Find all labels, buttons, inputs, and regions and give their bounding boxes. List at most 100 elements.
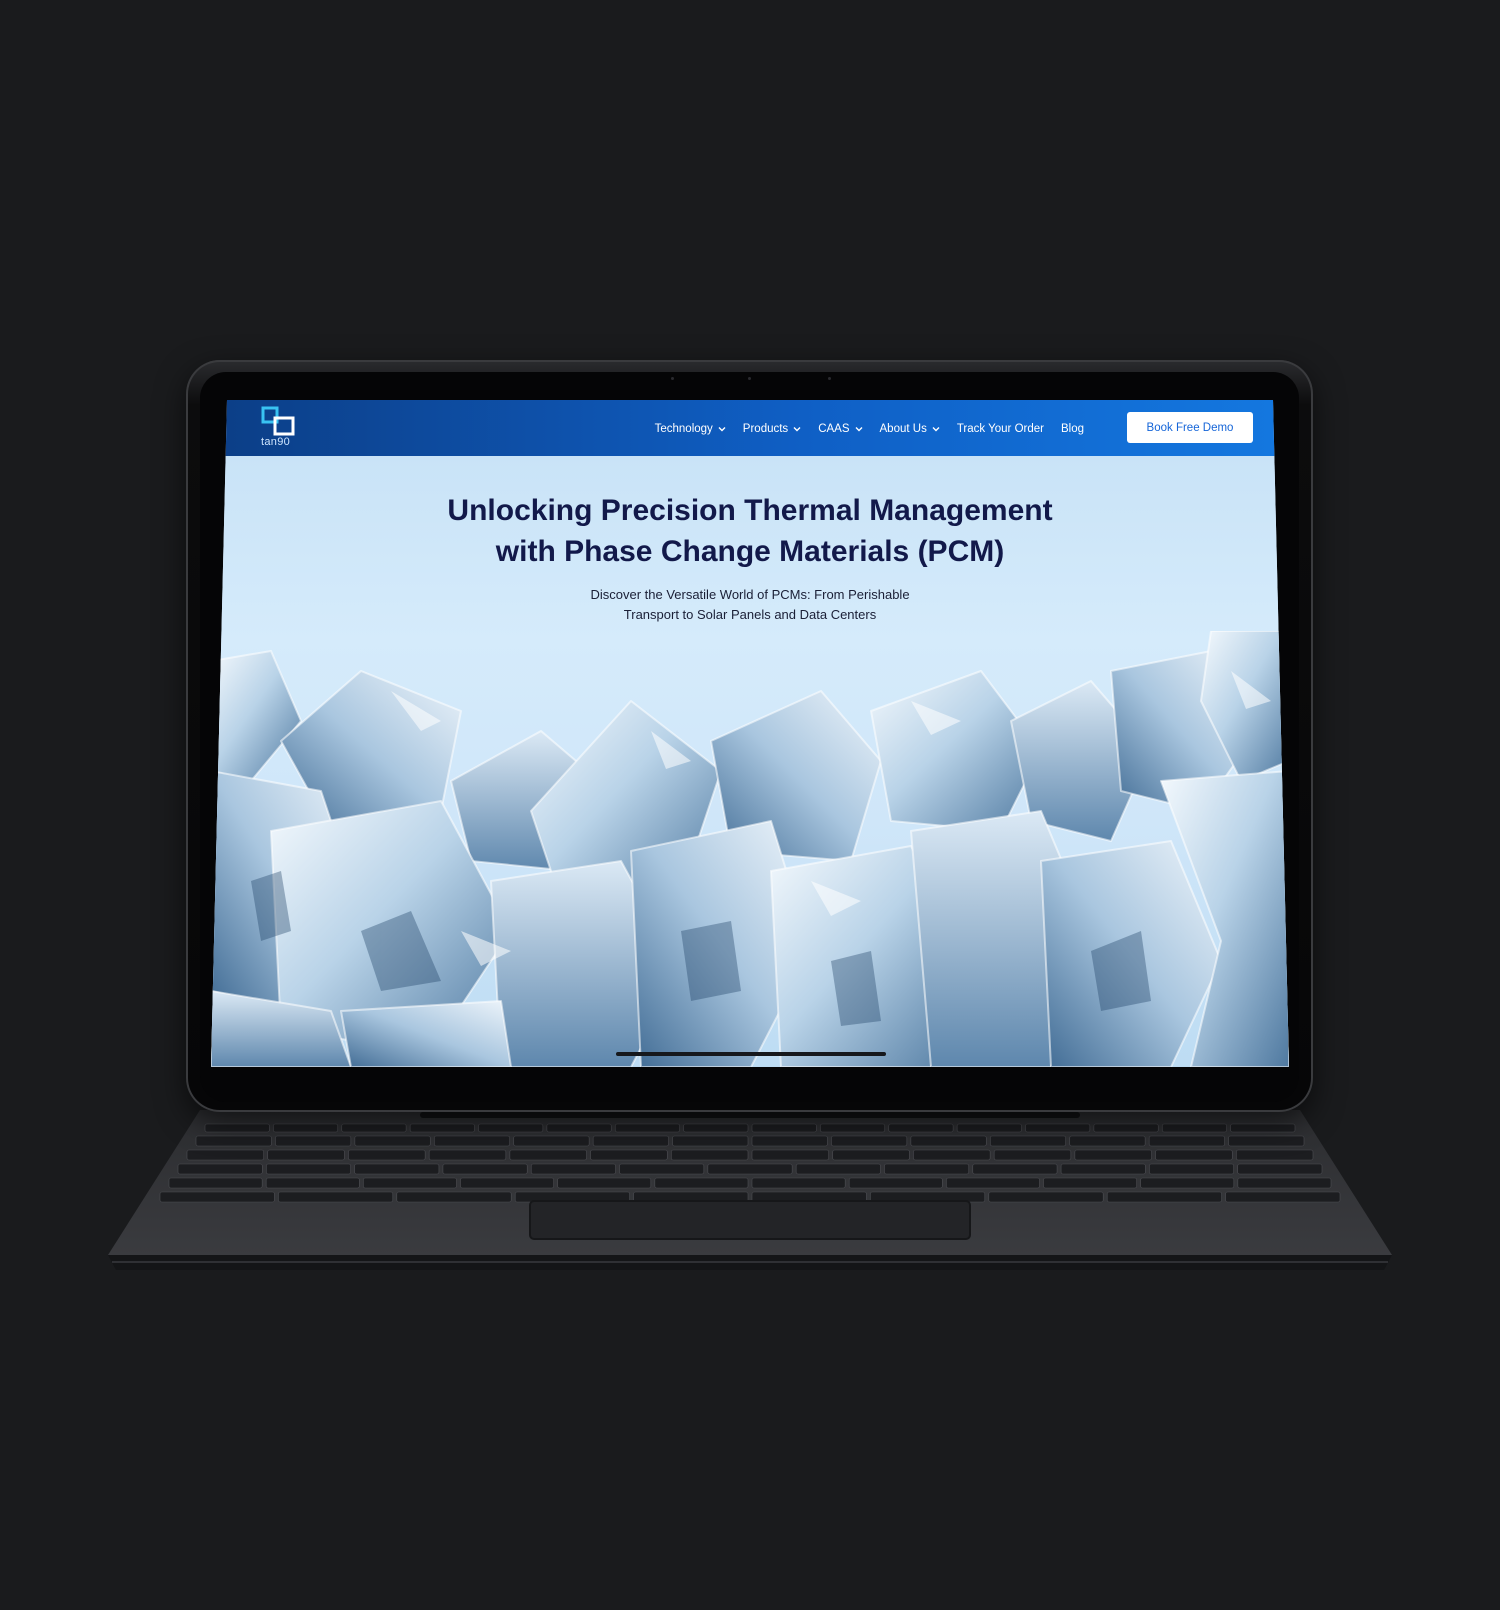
keyboard-key — [707, 1163, 793, 1175]
hero-section: Unlocking Precision Thermal Management w… — [211, 456, 1289, 1067]
keyboard-key — [509, 1149, 587, 1161]
keyboard-key — [442, 1163, 528, 1175]
keyboard-key — [1074, 1149, 1152, 1161]
keyboard-key — [910, 1135, 987, 1147]
keyboard-key — [478, 1123, 544, 1133]
keyboard-key — [972, 1163, 1058, 1175]
keyboard-key — [946, 1177, 1040, 1189]
keyboard-key — [832, 1149, 910, 1161]
keyboard-key — [460, 1177, 554, 1189]
keyboard-key — [513, 1135, 590, 1147]
keyboard-key — [428, 1149, 507, 1161]
keyboard-key — [168, 1177, 263, 1189]
keyboard-key — [275, 1135, 352, 1147]
nav-item-track-order[interactable]: Track Your Order — [957, 423, 1044, 435]
keyboard-key — [1155, 1149, 1233, 1161]
keyboard-key — [159, 1191, 275, 1203]
keyboard-key — [265, 1177, 360, 1189]
nav-label: Products — [742, 423, 789, 435]
keyboard-key — [1069, 1135, 1146, 1147]
nav-item-blog[interactable]: Blog — [1061, 423, 1084, 435]
keyboard-key — [1106, 1191, 1222, 1203]
keyboard-key — [433, 1135, 511, 1147]
device-mockup: tan90 Technology Products CAAS About Us — [0, 0, 1500, 1610]
keyboard-key — [1140, 1177, 1235, 1189]
keyboard-key — [1228, 1135, 1305, 1147]
hero-title: Unlocking Precision Thermal Management w… — [211, 490, 1289, 572]
home-indicator — [616, 1052, 886, 1056]
nav-item-about-us[interactable]: About Us — [880, 423, 940, 435]
keyboard-key — [989, 1135, 1067, 1147]
keyboard-key — [557, 1177, 652, 1189]
keyboard-key — [751, 1135, 828, 1147]
book-free-demo-button[interactable]: Book Free Demo — [1127, 412, 1253, 443]
keyboard-key — [195, 1135, 272, 1147]
nav-label: About Us — [879, 423, 927, 435]
nav-label: CAAS — [818, 423, 850, 435]
keyboard-key — [186, 1149, 265, 1161]
chevron-down-icon — [932, 427, 940, 432]
navbar: tan90 Technology Products CAAS About Us — [211, 400, 1289, 456]
keyboard-key — [1237, 1177, 1332, 1189]
website-screen: tan90 Technology Products CAAS About Us — [211, 400, 1289, 1067]
keyboard-key — [530, 1163, 616, 1175]
keyboard-key — [831, 1135, 908, 1147]
keyboard-key — [341, 1123, 407, 1133]
chevron-down-icon — [718, 427, 726, 432]
keyboard-key — [1093, 1123, 1159, 1133]
keyboard-key — [619, 1163, 705, 1175]
keyboard-key — [913, 1149, 991, 1161]
keyboard-key — [956, 1123, 1022, 1133]
keyboard-key — [1149, 1163, 1234, 1175]
keyboard-key — [354, 1135, 431, 1147]
nav-label: Track Your Order — [956, 423, 1044, 435]
keyboard-key — [177, 1163, 263, 1175]
keyboard-key — [396, 1191, 512, 1203]
keyboard-key — [204, 1123, 270, 1133]
keyboard-key — [1230, 1123, 1296, 1133]
main-nav: Technology Products CAAS About Us Track … — [655, 423, 1084, 435]
keyboard-key — [848, 1177, 943, 1189]
keyboard-key — [654, 1177, 749, 1189]
keyboard-key — [278, 1191, 394, 1203]
keyboard-key — [1148, 1135, 1225, 1147]
nav-item-technology[interactable]: Technology — [655, 423, 726, 435]
keyboard-key — [1060, 1163, 1146, 1175]
keyboard-key — [354, 1163, 440, 1175]
keyboard-key — [273, 1123, 339, 1133]
keyboard-key — [888, 1123, 954, 1133]
sensor-dot — [828, 377, 831, 380]
keyboard-key — [1225, 1191, 1341, 1203]
ice-cubes-image — [211, 631, 1289, 1067]
keyboard-key — [820, 1123, 886, 1133]
keyboard-key — [993, 1149, 1072, 1161]
keyboard-key — [683, 1123, 749, 1133]
keyboard-key — [672, 1135, 749, 1147]
keyboard-key — [751, 1123, 817, 1133]
keyboard-key — [751, 1149, 830, 1161]
keyboard-key — [363, 1177, 457, 1189]
keyboard-key — [1025, 1123, 1091, 1133]
hero-title-line: with Phase Change Materials (PCM) — [495, 535, 1005, 568]
keyboard-key — [546, 1123, 612, 1133]
nav-item-caas[interactable]: CAAS — [818, 423, 863, 435]
keyboard-key — [884, 1163, 970, 1175]
keyboard-key — [1043, 1177, 1137, 1189]
nav-label: Technology — [654, 423, 713, 435]
keyboard-key — [1161, 1123, 1227, 1133]
keyboard-key — [751, 1177, 846, 1189]
chevron-down-icon — [855, 427, 863, 432]
keyboard-key — [348, 1149, 426, 1161]
camera-icon — [748, 377, 751, 380]
keyboard-key — [670, 1149, 749, 1161]
hero-subtitle-line: Transport to Solar Panels and Data Cente… — [623, 607, 877, 622]
chevron-down-icon — [793, 427, 801, 432]
trackpad — [529, 1200, 971, 1240]
keyboard-key — [614, 1123, 680, 1133]
keyboard-key — [267, 1149, 345, 1161]
hero-title-line: Unlocking Precision Thermal Management — [447, 494, 1053, 527]
keyboard-key — [592, 1135, 669, 1147]
keyboard-key — [795, 1163, 881, 1175]
nav-item-products[interactable]: Products — [743, 423, 801, 435]
keyboard-key — [266, 1163, 351, 1175]
